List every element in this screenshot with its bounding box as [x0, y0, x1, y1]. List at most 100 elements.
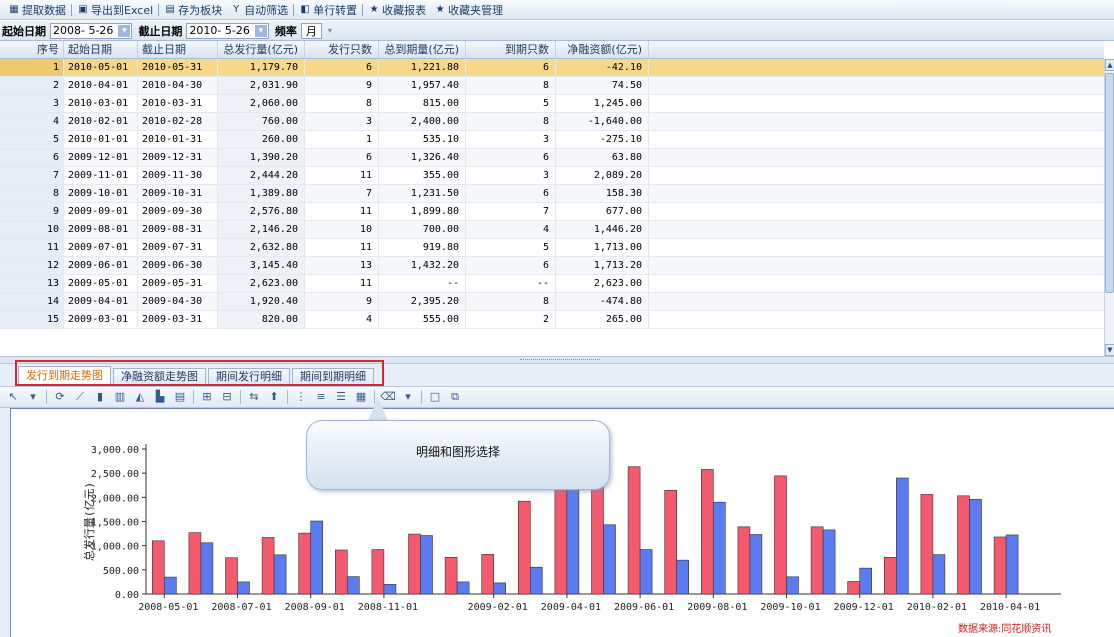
area-chart-icon[interactable]: ◭ [131, 389, 149, 405]
column-header[interactable]: 到期只数 [466, 41, 556, 58]
toolbar-button-6[interactable]: ★ 收藏夹管理 [430, 1, 507, 19]
bar-series-1 [932, 554, 946, 595]
table-cell: 2010-03-31 [138, 95, 218, 112]
x-tick-label: 2010-02-01 [907, 602, 967, 613]
column-header[interactable]: 总到期量(亿元) [379, 41, 466, 58]
column-header[interactable]: 总发行量(亿元) [218, 41, 305, 58]
data-table: 1 2010-05-01 2010-05-31 1,179.70 6 1,221.80 6-… [0, 59, 1104, 356]
table-row[interactable]: 6 2009-12-01 2009-12-31 1,390.20 6 1,326.40 6 6… [0, 149, 1104, 167]
table-row[interactable]: 10 2009-08-01 2009-08-31 2,146.20 10 700.00 4 1… [0, 221, 1104, 239]
column-header[interactable]: 序号 [0, 41, 64, 58]
add-row-icon[interactable]: ⊞ [198, 389, 216, 405]
row-number: 6 [0, 149, 64, 166]
toolbar-button-4[interactable]: ◧ 单行转置 [295, 1, 361, 19]
splitter-grip[interactable] [520, 359, 600, 361]
table-row[interactable]: 15 2009-03-01 2009-03-31 820.00 4 555.00 2 265.… [0, 311, 1104, 329]
column-header[interactable]: 发行只数 [305, 41, 379, 58]
table-row[interactable]: 2 2010-04-01 2010-04-30 2,031.90 9 1,957.40 8 7… [0, 77, 1104, 95]
toolbar-button-5[interactable]: ★ 收藏报表 [364, 1, 430, 19]
start-date-field[interactable]: 2008- 5-26 ▾ [50, 22, 133, 39]
swap-icon[interactable]: ⇆ [245, 389, 263, 405]
bar-series-1 [493, 582, 507, 595]
windows-icon[interactable]: ⧉ [446, 389, 464, 405]
frequency-select[interactable]: 月 [300, 22, 322, 39]
table-cell: 815.00 [379, 95, 466, 112]
table-row[interactable]: 1 2010-05-01 2010-05-31 1,179.70 6 1,221.80 6-… [0, 59, 1104, 77]
table-cell: 2,146.20 [218, 221, 305, 238]
bar-series-0 [810, 526, 824, 595]
table-cell: 2009-12-01 [64, 149, 138, 166]
frame-icon[interactable]: □ [426, 389, 444, 405]
bar-series-0 [152, 540, 165, 595]
frequency-label: 频率 [274, 24, 297, 38]
tab-1[interactable]: 净融资额走势图 [113, 368, 206, 386]
table-row[interactable]: 14 2009-04-01 2009-04-30 1,920.40 9 2,395.20 8… [0, 293, 1104, 311]
table-cell: 3 [466, 131, 556, 148]
list-icon[interactable]: ≡ [312, 389, 330, 405]
x-tick-label: 2009-08-01 [687, 602, 747, 613]
table-row[interactable]: 13 2009-05-01 2009-05-31 2,623.00 11 -- -- 2,62… [0, 275, 1104, 293]
table-row[interactable]: 11 2009-07-01 2009-07-31 2,632.80 11 919.80 5 1… [0, 239, 1104, 257]
toolbar-button-label: 收藏报表 [382, 3, 427, 17]
column-header[interactable]: 起始日期 [64, 41, 138, 58]
vertical-scrollbar[interactable]: ▲ ▼ [1104, 59, 1114, 356]
main-toolbar: ▦ 提取数据 ▣ 导出到Excel ▤ 存为板块 Y 自动筛选 ◧ 单行转置 ★ 收藏报表 ★ 收藏夹管理 [0, 0, 1114, 20]
end-date-field[interactable]: 2010- 5-26 ▾ [186, 22, 269, 39]
toolbar-separator [362, 3, 364, 16]
scroll-down-icon[interactable]: ▼ [1105, 344, 1114, 356]
panel-splitter[interactable] [0, 356, 1114, 364]
select-icon[interactable]: ⬆ [265, 389, 283, 405]
tab-0[interactable]: 发行到期走势图 [18, 366, 111, 386]
dropdown-arrow-icon[interactable]: ▾ [399, 389, 417, 405]
column-chart-icon[interactable]: ▥ [111, 389, 129, 405]
toolbar-button-1[interactable]: ▣ 导出到Excel [73, 1, 157, 19]
toolbar-button-2[interactable]: ▤ 存为板块 [160, 1, 226, 19]
table-row[interactable]: 5 2010-01-01 2010-01-31 260.00 1 535.10 3 -275.… [0, 131, 1104, 149]
bar-series-1 [566, 477, 580, 595]
row-number: 11 [0, 239, 64, 256]
callout-pointer [368, 398, 388, 420]
table-cell: 1,245.00 [556, 95, 649, 112]
toolbar-button-3[interactable]: Y 自动筛选 [226, 1, 292, 19]
horizontal-bar-icon[interactable]: ▤ [171, 389, 189, 405]
table-cell: 2009-12-31 [138, 149, 218, 166]
toolbar-button-label: 提取数据 [22, 3, 66, 17]
calendar-dropdown-icon[interactable]: ▾ [117, 23, 132, 38]
table-row[interactable]: 4 2010-02-01 2010-02-28 760.00 3 2,400.00 8 -1,… [0, 113, 1104, 131]
table-cell: 74.50 [556, 77, 649, 94]
table-row[interactable]: 3 2010-03-01 2010-03-31 2,060.00 8 815.00 5 1,2… [0, 95, 1104, 113]
row-number: 1 [0, 59, 64, 76]
x-tick-label: 2008-09-01 [285, 602, 345, 613]
dropdown-arrow-icon[interactable]: ▾ [24, 389, 42, 405]
toolbar-button-0[interactable]: ▦ 提取数据 [4, 1, 70, 19]
table-row[interactable]: 12 2009-06-01 2009-06-30 3,145.40 13 1,432.20… [0, 257, 1104, 275]
bar-series-0 [444, 556, 458, 595]
grid-lines-icon[interactable]: ⋮ [292, 389, 310, 405]
bar-chart-icon[interactable]: ▮ [91, 389, 109, 405]
line-chart-icon[interactable]: ⟋ [71, 389, 89, 405]
table-row[interactable]: 9 2009-09-01 2009-09-30 2,576.80 11 1,899.80 7… [0, 203, 1104, 221]
bar-series-0 [700, 469, 714, 595]
scroll-up-icon[interactable]: ▲ [1105, 59, 1114, 71]
remove-row-icon[interactable]: ⊟ [218, 389, 236, 405]
pointer-icon[interactable]: ↖ [4, 389, 22, 405]
calendar-dropdown-icon[interactable]: ▾ [253, 23, 268, 38]
stacked-chart-icon[interactable]: ▙ [151, 389, 169, 405]
column-header[interactable]: 净融资额(亿元) [556, 41, 649, 58]
toolbar-button-label: 自动筛选 [244, 3, 289, 17]
scroll-thumb[interactable] [1105, 73, 1114, 293]
table-cell: 2009-07-31 [138, 239, 218, 256]
table-cell: 2010-05-01 [64, 59, 138, 76]
table-row[interactable]: 7 2009-11-01 2009-11-30 2,444.20 11 355.00 3 2,… [0, 167, 1104, 185]
row-number: 14 [0, 293, 64, 310]
table-row[interactable]: 8 2009-10-01 2009-10-31 1,389.80 7 1,231.50 6 1… [0, 185, 1104, 203]
table-cell: 1,390.20 [218, 149, 305, 166]
refresh-icon[interactable]: ⟳ [51, 389, 69, 405]
chevron-down-icon[interactable]: ▾ [324, 23, 336, 39]
tab-3[interactable]: 期间到期明细 [292, 368, 374, 386]
list-detail-icon[interactable]: ☰ [332, 389, 350, 405]
bar-series-1 [346, 576, 360, 595]
tab-2[interactable]: 期间发行明细 [208, 368, 290, 386]
column-header[interactable]: 截止日期 [138, 41, 218, 58]
bar-series-1 [822, 529, 836, 595]
